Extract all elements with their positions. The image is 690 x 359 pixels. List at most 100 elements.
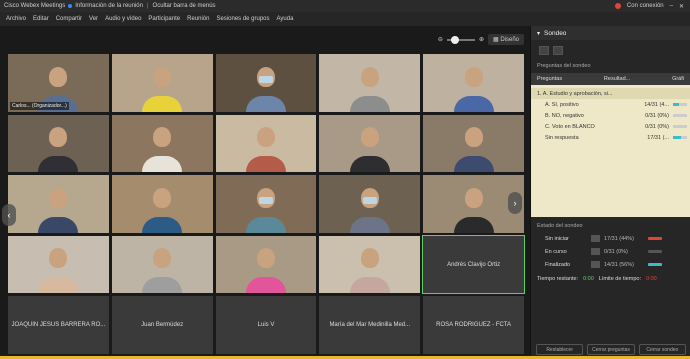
participant-head <box>360 127 379 148</box>
participant-video-tile[interactable] <box>319 235 421 294</box>
questions-header: Preguntas Resultad... Gráfi <box>531 73 690 85</box>
answer-bar <box>673 114 687 117</box>
poll-action-button[interactable]: Cerrar preguntas <box>587 344 635 355</box>
participant-video-tile[interactable] <box>319 175 421 233</box>
participant-name-tile[interactable]: María del Mar Medinilla Med... <box>319 296 421 354</box>
answer-row[interactable]: B. NO, negativo 0/31 (0%) <box>531 110 690 121</box>
participant-body <box>453 156 494 173</box>
status-row: Sin iniciar 17/31 (44%) <box>531 232 690 245</box>
zoom-in-icon[interactable]: ⊕ <box>479 36 484 43</box>
participant-body <box>349 216 390 233</box>
participant-head <box>464 127 483 148</box>
connection-status[interactable]: Con conexión <box>627 3 664 9</box>
participant-video-tile[interactable] <box>215 235 317 294</box>
menu-item[interactable]: Ver <box>89 16 98 22</box>
participant-video-tile[interactable] <box>8 175 109 233</box>
close-icon[interactable]: ✕ <box>679 3 684 10</box>
video-stage: ⊖ ⊕ ▦ Diseño Carlos... (Organizador...) A… <box>0 26 530 359</box>
panel-header[interactable]: ▾ Sondeo <box>531 26 690 40</box>
participant-video-tile[interactable] <box>111 235 213 294</box>
participant-video-tile[interactable] <box>215 175 317 233</box>
answer-label: B. NO, negativo <box>545 112 584 119</box>
grid-view-icon[interactable] <box>553 46 563 55</box>
info-icon[interactable] <box>68 4 73 8</box>
participant-video-tile[interactable] <box>8 114 109 173</box>
participant-name-tile[interactable]: JOAQUIN JESUS BARRERA RO... <box>8 296 109 354</box>
menu-item[interactable]: Compartir <box>56 16 82 22</box>
participant-name-tile[interactable]: Luis V <box>215 296 317 354</box>
participant-video-tile[interactable] <box>319 114 421 173</box>
menu-item[interactable]: Ayuda <box>277 16 294 22</box>
zoom-slider[interactable] <box>446 35 475 44</box>
participant-name-tile[interactable]: Andrés Clavijo Ortiz <box>422 234 525 295</box>
status-value: 17/31 (44%) <box>604 235 634 242</box>
status-label: Sin iniciar <box>545 235 569 242</box>
participant-video-tile[interactable] <box>8 235 109 294</box>
participant-video-tile[interactable] <box>319 54 421 112</box>
answer-result: 14/31 (4... <box>644 101 669 108</box>
participant-body <box>453 216 494 233</box>
participant-video-tile[interactable] <box>215 114 317 173</box>
participant-video-tile[interactable] <box>111 175 213 233</box>
separator: | <box>146 3 149 9</box>
poll-action-button[interactable]: Restablecer <box>536 344 584 355</box>
list-view-icon[interactable] <box>539 46 549 55</box>
participant-body <box>453 95 494 112</box>
status-value: 14/31 (56%) <box>604 261 634 268</box>
col-questions: Preguntas <box>537 76 563 82</box>
minimize-icon[interactable]: – <box>670 3 673 9</box>
answer-row[interactable]: C. Voto en BLANCO 0/31 (0%) <box>531 121 690 132</box>
participant-video-tile[interactable] <box>423 54 524 112</box>
participant-video-tile[interactable] <box>111 114 213 173</box>
meeting-info-link[interactable]: Información de la reunión <box>75 3 143 9</box>
status-label: En curso <box>545 248 567 255</box>
menu-item[interactable]: Editar <box>33 16 49 22</box>
status-bar <box>648 237 662 240</box>
participant-name-label: Carlos... (Organizador...) <box>10 101 69 110</box>
participant-body <box>142 156 183 173</box>
participant-name: JOAQUIN JESUS BARRERA RO... <box>11 322 106 329</box>
participant-head <box>153 66 172 87</box>
hide-menu-bar-link[interactable]: Ocultar barra de menús <box>153 3 216 9</box>
menu-item[interactable]: Audio y vídeo <box>105 16 141 22</box>
participant-video-tile[interactable]: Carlos... (Organizador...) <box>8 54 109 112</box>
panel-subtitle: Preguntas del sondeo <box>537 63 591 69</box>
status-swatch <box>591 248 600 255</box>
collapse-chevron-icon[interactable]: ▾ <box>537 30 540 37</box>
previous-page-arrow[interactable]: ‹ <box>2 204 16 226</box>
participant-head <box>464 66 483 87</box>
participant-body <box>38 156 79 173</box>
menu-item[interactable]: Reunión <box>187 16 209 22</box>
answer-result: 0/31 (0%) <box>645 112 669 119</box>
participant-head <box>464 187 483 208</box>
participant-head <box>49 66 68 87</box>
participant-video-tile[interactable] <box>423 114 524 173</box>
answer-bar <box>673 103 687 106</box>
participant-grid: Carlos... (Organizador...) Andrés Clavijo… <box>8 54 525 354</box>
layout-button[interactable]: ▦ Diseño <box>487 34 524 45</box>
participant-head <box>256 127 275 148</box>
answer-label: A. SI, positivo <box>545 101 579 108</box>
zoom-slider-handle[interactable] <box>450 35 459 44</box>
participant-body <box>245 277 286 294</box>
menu-item[interactable]: Participante <box>148 16 180 22</box>
participant-name-tile[interactable]: Juan Bermúdez <box>111 296 213 354</box>
participant-body <box>349 156 390 173</box>
answer-bar-fill <box>673 103 680 106</box>
answer-bar <box>673 125 687 128</box>
poll-action-button[interactable]: Cerrar sondeo <box>638 344 686 355</box>
menu-item[interactable]: Sesiones de grupos <box>216 16 269 22</box>
participant-video-tile[interactable] <box>111 54 213 112</box>
participant-body <box>245 95 286 112</box>
zoom-out-icon[interactable]: ⊖ <box>438 36 443 43</box>
status-swatch <box>591 261 600 268</box>
panel-title: Sondeo <box>544 29 567 37</box>
next-page-arrow[interactable]: › <box>508 192 522 214</box>
participant-body <box>245 156 286 173</box>
answer-row[interactable]: A. SI, positivo 14/31 (4... <box>531 99 690 110</box>
menu-item[interactable]: Archivo <box>6 16 26 22</box>
participant-name-tile[interactable]: ROSA RODRIGUEZ - FCTA <box>423 296 524 354</box>
question-row[interactable]: 1. A. Estudio y aprobación, si... <box>531 88 690 99</box>
participant-video-tile[interactable] <box>215 54 317 112</box>
answer-row[interactable]: Sin respuesta 17/31 (... <box>531 132 690 143</box>
